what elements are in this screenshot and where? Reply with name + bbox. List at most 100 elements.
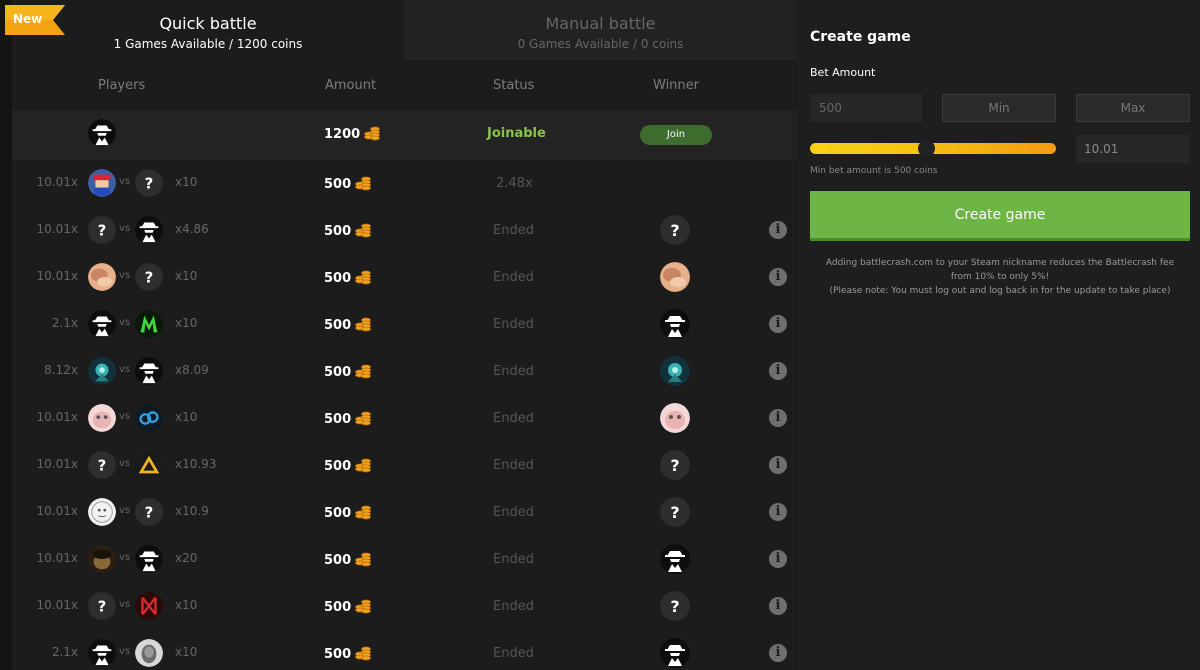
winner-avatar[interactable]: ? <box>660 591 690 621</box>
create-game-panel: Create game Bet Amount Min Max 10.01 Min… <box>797 0 1200 670</box>
coins-icon <box>355 599 372 618</box>
table-row: 8.12x vs x8.09 500 Ended i <box>12 348 797 395</box>
amount-value: 500 <box>324 553 352 568</box>
new-badge: New <box>5 5 65 35</box>
info-icon[interactable]: i <box>769 268 787 286</box>
player2-avatar[interactable] <box>135 592 163 620</box>
info-icon[interactable]: i <box>769 503 787 521</box>
winner-avatar[interactable]: ? <box>660 497 690 527</box>
table-row: 10.01x? vs x4.86 500 Ended? i <box>12 207 797 254</box>
table-row: 10.01x? vs x10.93 500 Ended? i <box>12 442 797 489</box>
multiplier-input[interactable]: 10.01 <box>1076 135 1190 163</box>
max-button[interactable]: Max <box>1076 94 1190 122</box>
slider-handle[interactable] <box>917 140 935 157</box>
player1-multiplier: 10.01x <box>36 410 78 424</box>
table-row: 10.01x vs? x10.9 500 Ended? i <box>12 489 797 536</box>
info-icon[interactable]: i <box>769 597 787 615</box>
info-icon[interactable]: i <box>769 221 787 239</box>
tab-quick-battle[interactable]: Quick battle 1 Games Available / 1200 co… <box>12 0 404 60</box>
battle-status: Ended <box>493 223 534 238</box>
info-icon[interactable]: i <box>769 362 787 380</box>
tab-subtitle: 1 Games Available / 1200 coins <box>113 37 303 51</box>
table-row: 10.01x? vs x10 500 Ended? i <box>12 583 797 630</box>
join-button[interactable]: Join <box>640 125 712 145</box>
player1-avatar[interactable]: ? <box>88 451 116 479</box>
coins-icon <box>355 176 372 195</box>
player1-avatar[interactable] <box>88 310 116 338</box>
player1-avatar[interactable]: ? <box>88 592 116 620</box>
battle-status: Ended <box>493 646 534 661</box>
player1-avatar[interactable]: ? <box>88 216 116 244</box>
player1-multiplier: 10.01x <box>36 504 78 518</box>
player1-avatar[interactable] <box>88 119 116 147</box>
coins-icon <box>355 364 372 383</box>
player1-avatar[interactable] <box>88 357 116 385</box>
player1-multiplier: 10.01x <box>36 457 78 471</box>
player2-multiplier: x10 <box>175 598 198 612</box>
svg-text:?: ? <box>145 175 154 193</box>
player1-avatar[interactable] <box>88 498 116 526</box>
coins-icon <box>355 317 372 336</box>
player2-avatar[interactable] <box>135 404 163 432</box>
player2-avatar[interactable] <box>135 357 163 385</box>
player2-avatar[interactable] <box>135 216 163 244</box>
battle-status: Ended <box>493 411 534 426</box>
min-button[interactable]: Min <box>942 94 1056 122</box>
min-bet-hint: Min bet amount is 500 coins <box>810 166 938 176</box>
player1-avatar[interactable] <box>88 639 116 667</box>
info-icon[interactable]: i <box>769 315 787 333</box>
bet-amount-input[interactable] <box>810 94 922 122</box>
player2-avatar[interactable] <box>135 639 163 667</box>
player2-multiplier: x10.93 <box>175 457 217 471</box>
amount-value: 500 <box>324 271 352 286</box>
player1-avatar[interactable] <box>88 169 116 197</box>
svg-text:?: ? <box>145 504 154 522</box>
multiplier-slider[interactable] <box>810 140 1056 157</box>
player2-avatar[interactable]: ? <box>135 263 163 291</box>
winner-avatar[interactable] <box>660 544 690 574</box>
header-amount: Amount <box>325 78 377 93</box>
player2-multiplier: x8.09 <box>175 363 209 377</box>
fee-note-text: Adding battlecrash.com to your Steam nic… <box>825 258 1175 282</box>
player2-avatar[interactable] <box>135 451 163 479</box>
battle-status: Ended <box>493 317 534 332</box>
winner-avatar[interactable]: ? <box>660 450 690 480</box>
info-icon[interactable]: i <box>769 409 787 427</box>
winner-avatar[interactable] <box>660 356 690 386</box>
create-game-title: Create game <box>810 29 911 45</box>
player2-avatar[interactable]: ? <box>135 498 163 526</box>
amount-value: 500 <box>324 224 352 239</box>
player2-multiplier: x10 <box>175 645 198 659</box>
info-icon[interactable]: i <box>769 644 787 662</box>
player2-multiplier: x10.9 <box>175 504 209 518</box>
player2-avatar[interactable]: ? <box>135 169 163 197</box>
player1-avatar[interactable] <box>88 404 116 432</box>
winner-avatar[interactable] <box>660 403 690 433</box>
amount-value: 500 <box>324 365 352 380</box>
tab-manual-battle[interactable]: Manual battle 0 Games Available / 0 coin… <box>404 0 797 60</box>
player1-avatar[interactable] <box>88 263 116 291</box>
winner-avatar[interactable] <box>660 262 690 292</box>
info-icon[interactable]: i <box>769 550 787 568</box>
fee-note: Adding battlecrash.com to your Steam nic… <box>817 256 1183 298</box>
svg-text:?: ? <box>98 457 107 475</box>
player2-multiplier: x4.86 <box>175 222 209 236</box>
winner-avatar[interactable] <box>660 309 690 339</box>
winner-avatar[interactable] <box>660 638 690 668</box>
player1-multiplier: 10.01x <box>36 222 78 236</box>
player2-avatar[interactable] <box>135 545 163 573</box>
coins-icon <box>364 126 381 145</box>
vs-label: vs <box>119 599 131 610</box>
player1-avatar[interactable] <box>88 545 116 573</box>
winner-avatar[interactable]: ? <box>660 215 690 245</box>
amount-value: 500 <box>324 600 352 615</box>
info-icon[interactable]: i <box>769 456 787 474</box>
vs-label: vs <box>119 223 131 234</box>
table-header: Players Amount Status Winner <box>12 68 797 102</box>
bet-amount: 500 <box>324 599 372 618</box>
create-game-button[interactable]: Create game <box>810 191 1190 241</box>
player2-avatar[interactable] <box>135 310 163 338</box>
bet-amount: 1200 <box>324 126 381 145</box>
table-row: 2.1x vs x10 500 Ended i <box>12 630 797 670</box>
bet-amount: 500 <box>324 505 372 524</box>
